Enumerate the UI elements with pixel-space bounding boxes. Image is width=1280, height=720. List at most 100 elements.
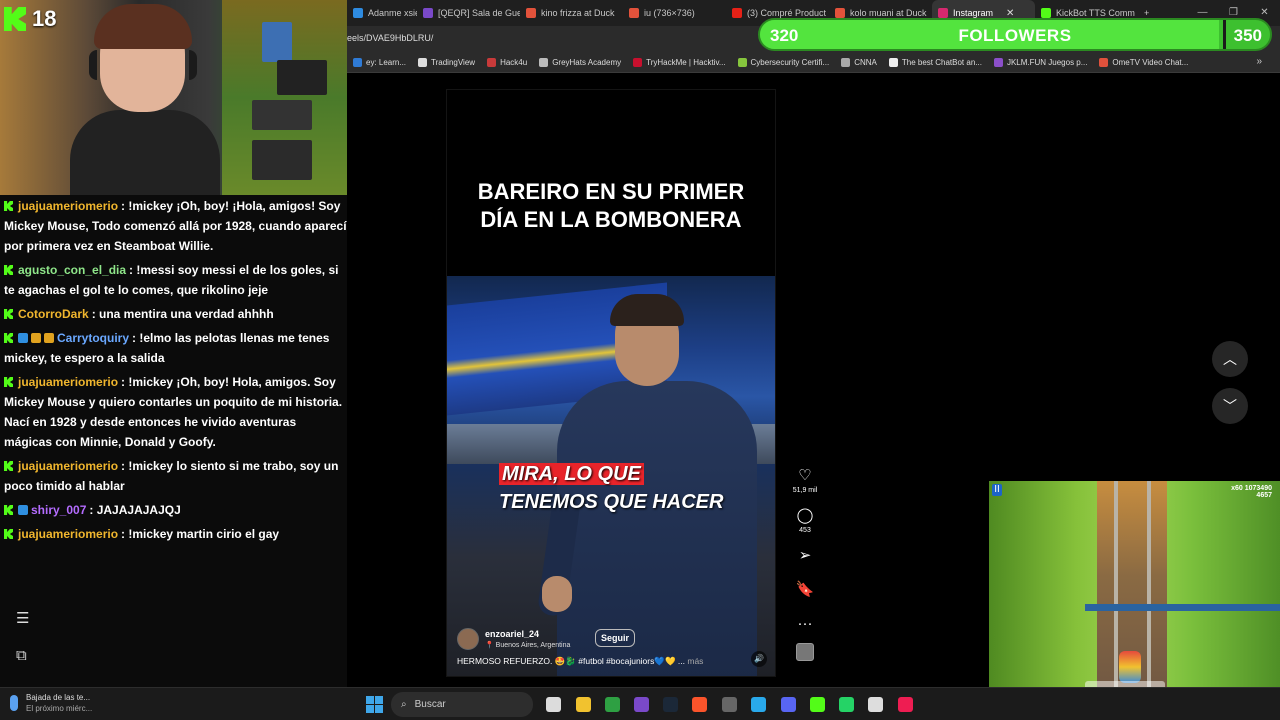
reel-player[interactable]: BAREIRO EN SU PRIMER DÍA EN LA BOMBONERA…: [446, 89, 776, 677]
close-tab-icon[interactable]: ✕: [1006, 8, 1014, 19]
bookmarks-bar: ey: Learn... TradingView Hack4u GreyHats Ac…: [347, 53, 1280, 73]
viewer-count: 18: [32, 6, 57, 31]
player-hair: [610, 294, 684, 326]
bookmark-label: CNNA: [854, 58, 877, 67]
chat-username[interactable]: shiry_007: [31, 503, 86, 517]
bookmark-item[interactable]: JKLM.FUN Juegos p...: [988, 58, 1093, 67]
browser-tab[interactable]: [QEQR] Sala de Gue: [417, 0, 520, 26]
more-icon[interactable]: ···: [790, 615, 820, 633]
taskbar-search[interactable]: ⌕ Buscar: [391, 692, 533, 717]
tab-label: iu (736×736): [644, 8, 695, 18]
send-icon[interactable]: ➢: [790, 547, 820, 565]
app-icon[interactable]: [868, 697, 883, 712]
comments-count: 453: [799, 527, 811, 534]
app-icon[interactable]: [605, 697, 620, 712]
chevron-down-icon[interactable]: ﹀: [1212, 388, 1248, 424]
app-icon[interactable]: [722, 697, 737, 712]
steam-icon[interactable]: [663, 697, 678, 712]
bookmark-item[interactable]: ey: Learn...: [347, 58, 412, 67]
comment-icon[interactable]: ◯: [790, 507, 820, 525]
file-explorer-icon[interactable]: [576, 697, 591, 712]
player-body: [557, 381, 757, 676]
tab-favicon-icon: [629, 8, 639, 18]
author-name[interactable]: enzoariel_24: [485, 629, 570, 639]
player-hand: [542, 576, 572, 612]
tiktok-icon[interactable]: [898, 697, 913, 712]
reel-title: BAREIRO EN SU PRIMER DÍA EN LA BOMBONERA: [447, 178, 775, 234]
follow-button[interactable]: Seguir: [595, 629, 636, 647]
author-info[interactable]: enzoariel_24 📍 Buenos Aires, Argentina: [457, 628, 570, 650]
kick-badge-icon: [4, 377, 13, 387]
heart-icon[interactable]: ♡: [790, 467, 820, 485]
chat-username[interactable]: juajuameriomerio: [18, 199, 118, 213]
tab-favicon-icon: [938, 8, 948, 18]
tab-favicon-icon: [835, 8, 845, 18]
bookmark-item[interactable]: OmeTV Video Chat...: [1093, 58, 1194, 67]
bookmark-item[interactable]: Cybersecurity Certifi...: [732, 58, 836, 67]
bookmark-item[interactable]: CNNA: [835, 58, 883, 67]
discord-icon[interactable]: [781, 697, 796, 712]
url-text[interactable]: eels/DVAE9HbDLRU/: [347, 33, 433, 43]
author-location[interactable]: 📍 Buenos Aires, Argentina: [485, 641, 570, 649]
browser-tab[interactable]: kino frizza at Duck: [520, 0, 623, 26]
whatsapp-icon[interactable]: [839, 697, 854, 712]
kick-icon[interactable]: [810, 697, 825, 712]
bookmark-item[interactable]: TradingView: [412, 58, 481, 67]
tab-label: kino frizza at Duck: [541, 8, 615, 18]
bookmark-item[interactable]: GreyHats Academy: [533, 58, 627, 67]
followers-max: 350: [1233, 26, 1262, 45]
bookmarks-more-icon[interactable]: »: [1256, 56, 1262, 67]
notification-title: Bajada de las te...: [26, 693, 91, 702]
menu-icon[interactable]: ☰: [16, 609, 29, 627]
chat-message: Carrytoquiry: !elmo las pelotas llenas m…: [4, 328, 347, 368]
kick-badge-icon: [4, 265, 13, 275]
chat-username[interactable]: CotorroDark: [18, 307, 89, 321]
reel-video[interactable]: MIRA, LO QUE TENEMOS QUE HACER enzoariel…: [447, 276, 775, 676]
bookmark-icon: [841, 58, 851, 67]
chat-message: juajuameriomerio: !mickey ¡Oh, boy! ¡Hol…: [4, 196, 347, 256]
task-view-icon[interactable]: [546, 697, 561, 712]
bookmark-label: JKLM.FUN Juegos p...: [1006, 58, 1088, 67]
search-placeholder: Buscar: [414, 699, 446, 710]
game-overlay: II x60 1073490 4657: [989, 481, 1280, 720]
chevron-up-icon[interactable]: ︿: [1212, 341, 1248, 377]
more-link[interactable]: más: [687, 656, 703, 666]
chat-username[interactable]: juajuameriomerio: [18, 459, 118, 473]
game-multiplier: x60: [1231, 485, 1243, 492]
app-icon[interactable]: [634, 697, 649, 712]
author-avatar[interactable]: [457, 628, 479, 650]
streamer-body: [70, 110, 220, 195]
chat-badge-icon: [18, 333, 28, 343]
chat-username[interactable]: agusto_con_el_dia: [18, 263, 126, 277]
game-barrier: [1085, 604, 1280, 611]
pause-icon: II: [992, 484, 1002, 496]
bookmark-icon: [888, 58, 898, 67]
audio-thumbnail[interactable]: [796, 643, 814, 661]
reel-title-line1: BAREIRO EN SU PRIMER: [477, 179, 745, 204]
telegram-icon[interactable]: [751, 697, 766, 712]
chat-username[interactable]: Carrytoquiry: [57, 331, 129, 345]
chat-message: juajuameriomerio: !mickey ¡Oh, boy! Hola…: [4, 372, 347, 452]
network-icon[interactable]: ⧉: [16, 647, 27, 664]
bookmark-item[interactable]: Hack4u: [481, 58, 533, 67]
bookmark-label: Cybersecurity Certifi...: [750, 58, 830, 67]
speaker-icon[interactable]: 🔊: [751, 651, 767, 667]
bookmark-item[interactable]: TryHackMe | Hacktiv...: [627, 58, 731, 67]
chat-message: juajuameriomerio: !mickey martin cirio e…: [4, 524, 347, 544]
bookmark-item[interactable]: The best ChatBot an...: [883, 58, 988, 67]
chat-username[interactable]: juajuameriomerio: [18, 375, 118, 389]
kick-badge-icon: [4, 333, 13, 343]
bookmark-label: GreyHats Academy: [552, 58, 622, 67]
browser-tab[interactable]: iu (736×736): [623, 0, 726, 26]
taskbar-notification[interactable]: Bajada de las te... El próximo miérc...: [10, 693, 92, 713]
bookmark-icon[interactable]: 🔖: [790, 581, 820, 599]
brave-icon[interactable]: [692, 697, 707, 712]
chat-username[interactable]: juajuameriomerio: [18, 527, 118, 541]
bookmark-label: OmeTV Video Chat...: [1112, 58, 1189, 67]
caption-highlight: MIRA, LO QUE: [499, 463, 644, 485]
browser-tab[interactable]: Adanme xsiemp: [347, 0, 417, 26]
mic-icon: [10, 695, 18, 711]
game-score: 1073490: [1244, 485, 1272, 492]
headphones: [89, 50, 197, 80]
start-icon[interactable]: [366, 696, 383, 713]
